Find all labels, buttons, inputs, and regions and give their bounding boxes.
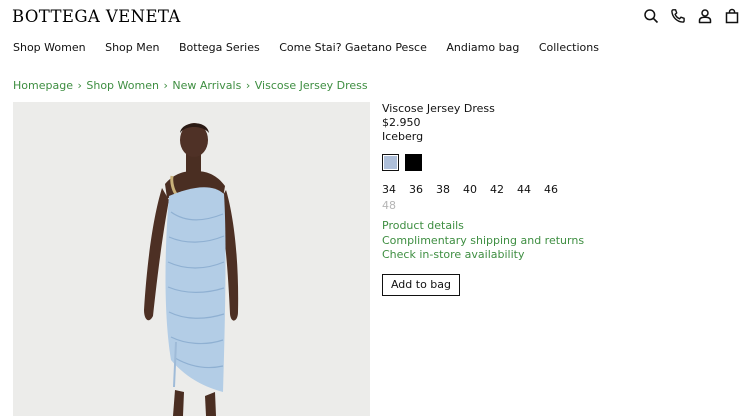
nav-andiamo-bag[interactable]: Andiamo bag	[446, 41, 519, 54]
main-nav: Shop Women Shop Men Bottega Series Come …	[13, 41, 618, 54]
brand-logo[interactable]: BOTTEGA VENETA	[12, 7, 181, 26]
size-option[interactable]: 40	[463, 182, 490, 198]
nav-shop-women[interactable]: Shop Women	[13, 41, 86, 54]
breadcrumb: Homepage › Shop Women › New Arrivals › V…	[13, 79, 368, 92]
breadcrumb-current[interactable]: Viscose Jersey Dress	[255, 79, 368, 92]
shipping-returns-link[interactable]: Complimentary shipping and returns	[382, 234, 722, 249]
size-selector: 34 36 38 40 42 44 46 48	[382, 182, 572, 214]
product-price: $2.950	[382, 116, 421, 129]
shopping-bag-icon[interactable]	[724, 8, 740, 24]
product-info: Viscose Jersey Dress $2.950 Iceberg 34 3…	[382, 102, 722, 296]
size-option[interactable]: 34	[382, 182, 409, 198]
nav-come-stai[interactable]: Come Stai? Gaetano Pesce	[279, 41, 427, 54]
phone-icon[interactable]	[670, 8, 686, 24]
nav-bottega-series[interactable]: Bottega Series	[179, 41, 260, 54]
model-photo	[13, 102, 370, 416]
product-details-link[interactable]: Product details	[382, 219, 722, 234]
breadcrumb-new-arrivals[interactable]: New Arrivals	[172, 79, 241, 92]
swatch-iceberg[interactable]	[382, 154, 399, 171]
nav-collections[interactable]: Collections	[539, 41, 599, 54]
product-links: Product details Complimentary shipping a…	[382, 219, 722, 263]
breadcrumb-shop-women[interactable]: Shop Women	[86, 79, 159, 92]
product-color-name: Iceberg	[382, 130, 424, 143]
breadcrumb-separator: ›	[245, 79, 251, 92]
header-actions	[643, 8, 740, 24]
search-icon[interactable]	[643, 8, 659, 24]
nav-shop-men[interactable]: Shop Men	[105, 41, 159, 54]
color-swatches	[382, 154, 722, 171]
size-option[interactable]: 36	[409, 182, 436, 198]
swatch-black[interactable]	[405, 154, 422, 171]
breadcrumb-homepage[interactable]: Homepage	[13, 79, 73, 92]
account-icon[interactable]	[697, 8, 713, 24]
product-image[interactable]	[13, 102, 370, 416]
size-option[interactable]: 44	[517, 182, 544, 198]
product-title: Viscose Jersey Dress	[382, 102, 495, 115]
size-option[interactable]: 46	[544, 182, 571, 198]
breadcrumb-separator: ›	[77, 79, 82, 92]
size-option[interactable]: 38	[436, 182, 463, 198]
store-availability-link[interactable]: Check in-store availability	[382, 248, 722, 263]
size-option[interactable]: 42	[490, 182, 517, 198]
breadcrumb-separator: ›	[163, 79, 168, 92]
add-to-bag-button[interactable]: Add to bag	[382, 273, 460, 296]
size-option-unavailable[interactable]: 48	[382, 198, 409, 214]
